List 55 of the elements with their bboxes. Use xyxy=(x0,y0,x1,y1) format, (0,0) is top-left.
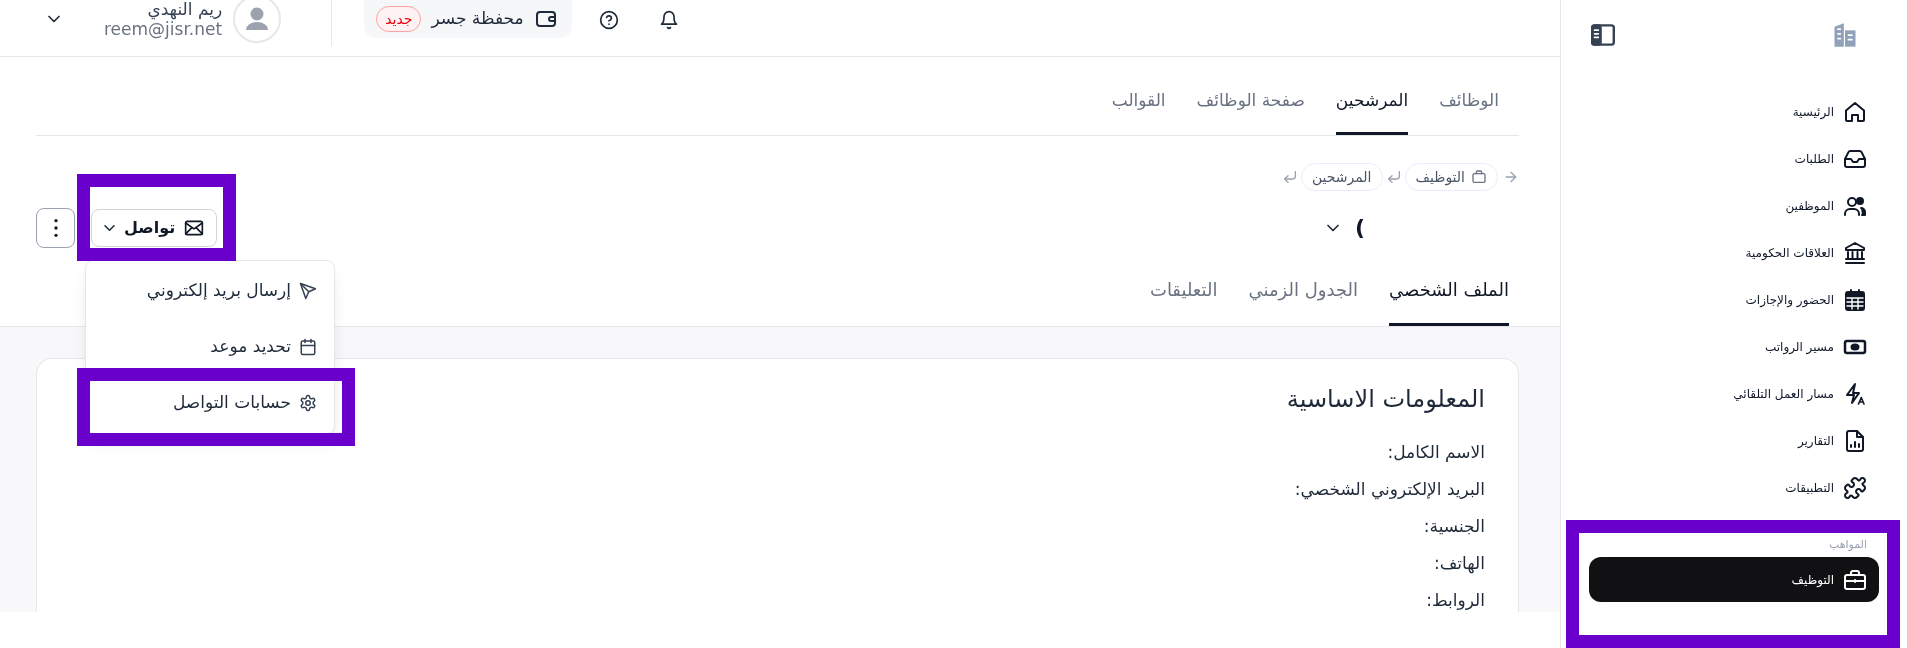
report-icon xyxy=(1843,429,1867,453)
sidebar-item[interactable]: التوظيف xyxy=(1589,557,1879,602)
tab[interactable]: الجدول الزمني xyxy=(1248,268,1358,326)
send-icon xyxy=(299,282,317,300)
field-label: الروابط: xyxy=(1426,589,1485,612)
sidebar-toggle-icon[interactable] xyxy=(1591,23,1615,47)
section-title: المعلومات الاساسية xyxy=(1286,384,1485,415)
menu-item[interactable]: إرسال بريد إلكتروني xyxy=(94,271,326,311)
sidebar-item[interactable]: الرئيسية xyxy=(1589,92,1879,132)
candidate-name: ) xyxy=(1354,214,1365,242)
return-arrow-icon xyxy=(1283,171,1296,183)
user-name: ريم النهدي xyxy=(147,0,223,19)
menu-item[interactable]: تحديد موعد xyxy=(94,327,326,367)
sidebar-item[interactable]: مسير الرواتب xyxy=(1589,327,1879,367)
kebab-icon xyxy=(53,219,58,237)
briefcase-icon xyxy=(1471,169,1487,185)
sidebar-item[interactable]: الموظفين xyxy=(1589,186,1879,226)
envelope-icon xyxy=(184,218,205,238)
field-label: البريد الإلكتروني الشخصي: xyxy=(1294,478,1485,501)
bell-icon[interactable] xyxy=(658,10,679,30)
sidebar-item[interactable]: التطبيقات xyxy=(1589,468,1879,508)
new-badge: جديد xyxy=(376,6,422,32)
avatar-icon xyxy=(233,0,282,43)
puzzle-icon xyxy=(1843,476,1867,500)
tab[interactable]: القوالب xyxy=(1111,79,1166,135)
return-arrow-icon xyxy=(1387,171,1400,183)
more-button[interactable] xyxy=(36,208,75,248)
tab[interactable]: المرشحين xyxy=(1335,79,1409,135)
settings-icon xyxy=(299,394,317,412)
chevron-down-icon xyxy=(104,225,115,231)
lightning-icon xyxy=(1843,382,1867,406)
section-label: المواهب xyxy=(1828,538,1868,551)
home-icon xyxy=(1843,100,1867,124)
wallet-button[interactable]: محفظة جسر جديد xyxy=(364,0,572,38)
inbox-icon xyxy=(1843,147,1867,171)
field-label: الاسم الكامل: xyxy=(1387,441,1485,464)
briefcase-icon xyxy=(1843,567,1867,592)
calendar-icon xyxy=(299,338,317,356)
field-label: الجنسية: xyxy=(1423,515,1485,538)
tab[interactable]: التعليقات xyxy=(1149,268,1218,326)
communicate-button[interactable]: تواصل xyxy=(91,209,218,247)
users-icon xyxy=(1843,194,1867,218)
sidebar-item[interactable]: التقارير xyxy=(1589,421,1879,461)
bank-icon xyxy=(1843,241,1867,265)
calendar-icon xyxy=(1843,288,1867,312)
sidebar-item[interactable]: الحضور والإجازات xyxy=(1589,280,1879,320)
help-icon[interactable] xyxy=(598,10,619,30)
menu-item[interactable]: حسابات التواصل xyxy=(94,383,326,423)
sidebar-item[interactable]: الطلبات xyxy=(1589,139,1879,179)
tab[interactable]: الوظائف xyxy=(1439,79,1499,135)
tab[interactable]: صفحة الوظائف xyxy=(1196,79,1305,135)
sidebar-item[interactable]: العلاقات الحكومية xyxy=(1589,233,1879,273)
field-label: الهاتف: xyxy=(1434,552,1485,575)
user-email: reem@jisr.net xyxy=(104,19,223,39)
sidebar-item[interactable]: مسار العمل التلقائي xyxy=(1589,374,1879,414)
